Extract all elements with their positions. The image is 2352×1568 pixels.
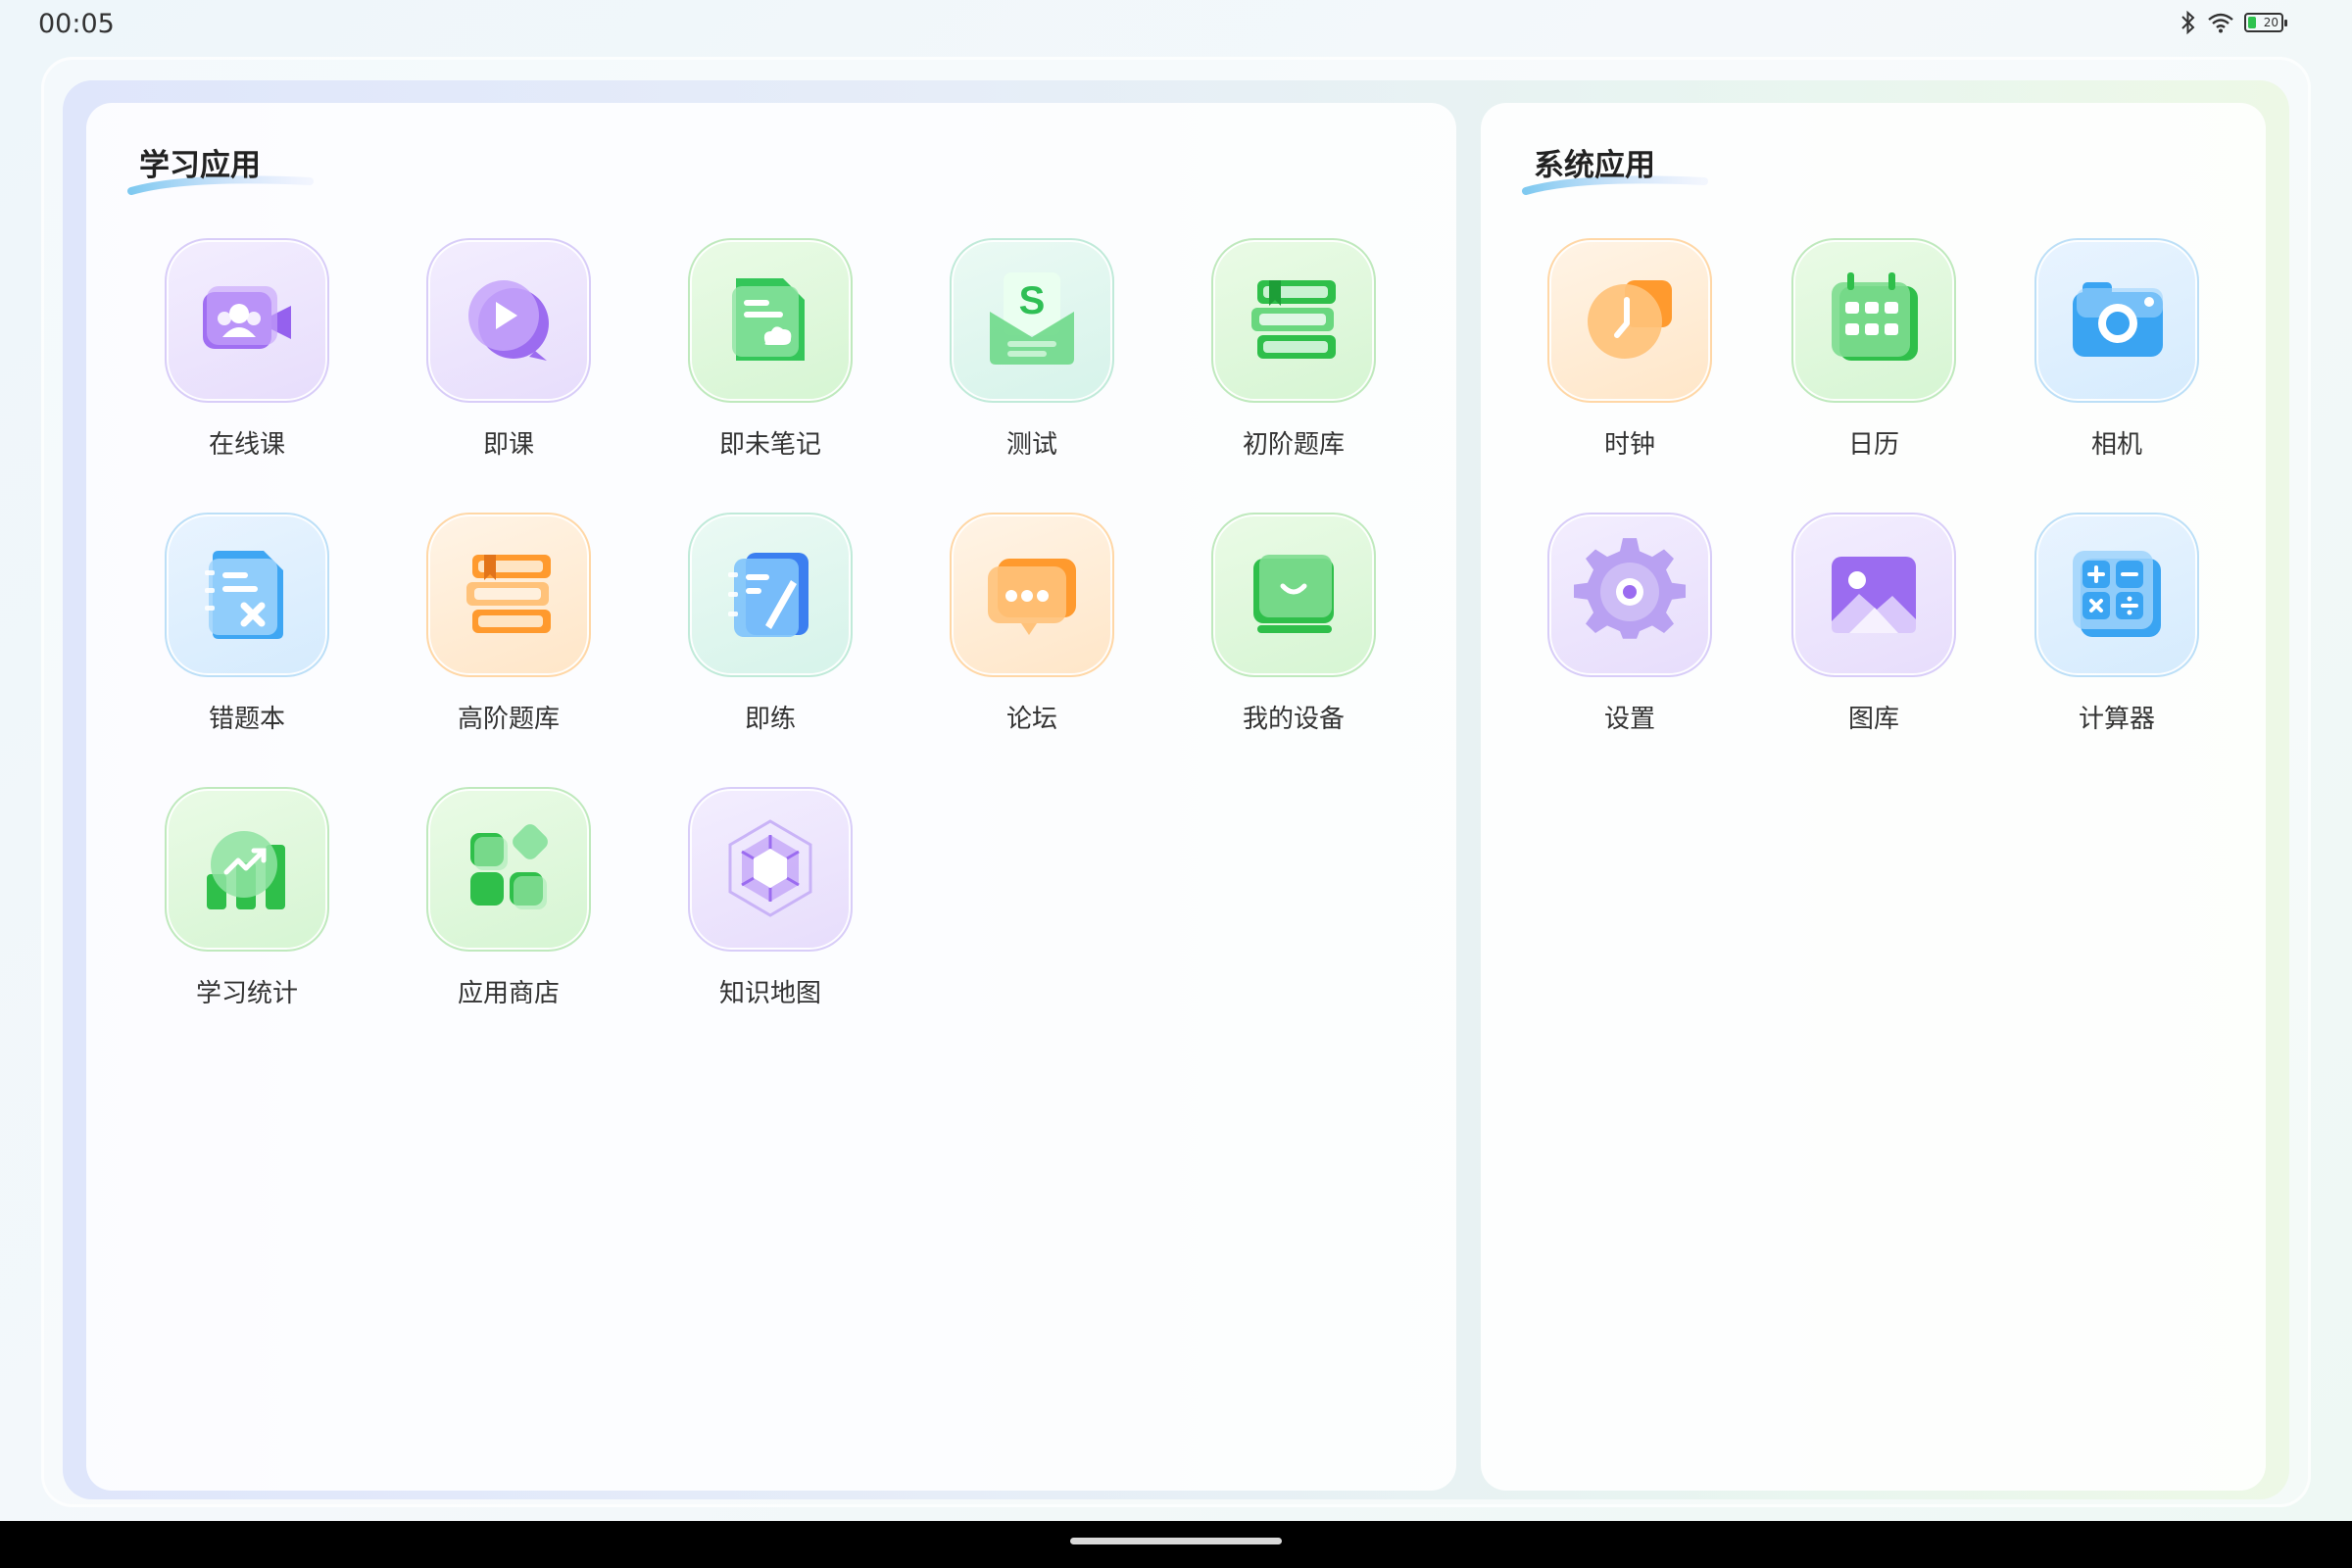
app-label: 计算器 xyxy=(2078,705,2155,734)
app-label: 设置 xyxy=(1603,705,1655,734)
wifi-icon xyxy=(2208,13,2233,33)
app-label: 知识地图 xyxy=(718,979,821,1008)
app-label: 测试 xyxy=(1005,430,1057,460)
learning-apps-title: 学习应用 xyxy=(139,148,261,183)
app-tile-calendar[interactable]: 日历 xyxy=(1790,238,1957,461)
battery-icon: 20 xyxy=(2244,13,2287,32)
clock-icon xyxy=(1588,280,1672,359)
system-apps-panel: 系统应用 时钟 日历 相机 设置 图库 计算器 xyxy=(1481,103,2266,1491)
app-tile-basic-question-bank[interactable]: 初阶题库 xyxy=(1210,238,1377,461)
app-tile-my-device[interactable]: 我的设备 xyxy=(1210,513,1377,735)
system-apps-title: 系统应用 xyxy=(1534,148,1655,183)
app-label: 相机 xyxy=(2090,430,2142,460)
app-tile-clock[interactable]: 时钟 xyxy=(1546,238,1713,461)
app-tile-forum[interactable]: 论坛 xyxy=(949,513,1115,735)
test-envelope-icon: S xyxy=(990,272,1074,365)
app-label: 错题本 xyxy=(208,705,285,734)
app-tile-camera[interactable]: 相机 xyxy=(2034,238,2200,461)
app-tile-instant-class[interactable]: 即课 xyxy=(425,238,592,461)
gallery-icon xyxy=(1832,557,1916,633)
app-tile-instant-practice[interactable]: 即练 xyxy=(687,513,854,735)
home-indicator[interactable] xyxy=(1070,1538,1282,1544)
app-tile-mistake-book[interactable]: 错题本 xyxy=(164,513,330,735)
app-tile-jimo-notes[interactable]: 即未笔记 xyxy=(687,238,854,461)
app-tile-app-store[interactable]: 应用商店 xyxy=(425,787,592,1009)
status-time: 00:05 xyxy=(38,9,115,39)
app-label: 即课 xyxy=(482,430,534,460)
app-tile-advanced-question-bank[interactable]: 高阶题库 xyxy=(425,513,592,735)
bluetooth-icon xyxy=(2181,10,2195,35)
app-label: 初阶题库 xyxy=(1242,430,1345,460)
app-tile-online-class[interactable]: 在线课 xyxy=(164,238,330,461)
svg-text:S: S xyxy=(1019,279,1046,322)
app-tile-gallery[interactable]: 图库 xyxy=(1790,513,1957,735)
app-label: 应用商店 xyxy=(457,979,560,1008)
learning-apps-panel: 学习应用 在线课 即课 即未笔记 S 测试 初阶题库 错题本 高阶题库 即练 论… xyxy=(86,103,1456,1491)
app-label: 学习统计 xyxy=(195,979,298,1008)
camera-icon xyxy=(2073,282,2163,357)
play-bubble-icon xyxy=(468,280,549,361)
app-tile-knowledge-map[interactable]: 知识地图 xyxy=(687,787,854,1009)
navigation-bar xyxy=(0,1521,2352,1568)
app-label: 日历 xyxy=(1847,430,1899,460)
app-tile-settings[interactable]: 设置 xyxy=(1546,513,1713,735)
forum-chat-icon xyxy=(988,559,1076,635)
app-label: 高阶题库 xyxy=(457,705,560,734)
knowledge-map-icon xyxy=(728,819,812,917)
app-label: 即练 xyxy=(744,705,796,734)
app-label: 我的设备 xyxy=(1242,705,1345,734)
app-tile-learning-stats[interactable]: 学习统计 xyxy=(164,787,330,1009)
app-store-icon xyxy=(470,824,548,909)
practice-notebook-icon xyxy=(728,553,808,637)
app-tile-calculator[interactable]: 计算器 xyxy=(2034,513,2200,735)
book-stack-orange-icon xyxy=(466,555,551,633)
book-stack-green-icon xyxy=(1251,280,1336,359)
app-tile-test[interactable]: S 测试 xyxy=(949,238,1115,461)
battery-level: 20 xyxy=(2263,16,2278,29)
wrong-answer-book-icon xyxy=(205,551,283,639)
calendar-icon xyxy=(1832,272,1918,361)
learning-stats-icon xyxy=(207,831,285,909)
settings-gear-icon xyxy=(1574,538,1686,639)
note-doc-icon xyxy=(732,278,805,361)
app-label: 时钟 xyxy=(1603,430,1655,460)
status-bar: 00:05 20 xyxy=(0,0,2352,49)
app-label: 即未笔记 xyxy=(718,430,821,460)
app-label: 图库 xyxy=(1847,705,1899,734)
app-label: 在线课 xyxy=(208,430,285,460)
my-device-icon xyxy=(1253,555,1334,633)
calculator-icon xyxy=(2073,551,2161,637)
app-label: 论坛 xyxy=(1005,705,1057,734)
video-class-icon xyxy=(203,286,291,349)
